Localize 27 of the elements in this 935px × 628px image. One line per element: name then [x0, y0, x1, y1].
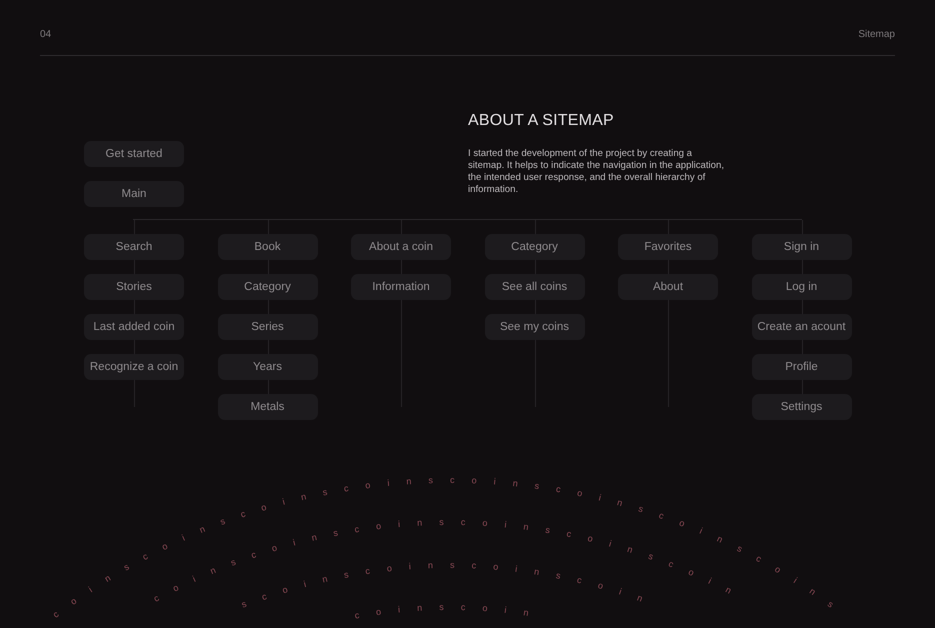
sitemap-node: Search — [84, 234, 184, 260]
sitemap-node: Last added coin — [84, 314, 184, 340]
sitemap-node: Favorites — [618, 234, 718, 260]
sitemap-node: About a coin — [351, 234, 451, 260]
sitemap-node: Years — [218, 354, 318, 380]
section-title: Sitemap — [858, 29, 895, 40]
sitemap-node: Book — [218, 234, 318, 260]
sitemap-node: Settings — [752, 394, 852, 420]
sitemap-node: About — [618, 274, 718, 300]
sitemap-node: Main — [84, 181, 184, 207]
sitemap-node: See my coins — [484, 314, 584, 340]
sitemap-node: Log in — [752, 274, 852, 300]
sitemap-node: Metals — [218, 394, 318, 420]
sitemap-node: Get started — [84, 141, 184, 167]
sitemap-node: Series — [218, 314, 318, 340]
sitemap-node: Stories — [84, 274, 184, 300]
page-number: 04 — [40, 29, 52, 40]
about-text: I started the development of the project by creating a sitemap. It helps to indicate the navigation in the application, the intended user response, and the overall hierarchy of information. — [468, 148, 725, 196]
sitemap-node: Information — [351, 274, 451, 300]
sitemap-node: Profile — [752, 354, 852, 380]
sitemap-node: Create an acount — [752, 314, 852, 340]
sitemap-node: Category — [218, 274, 318, 300]
sitemap-node: Sign in — [752, 234, 852, 260]
about-title: ABOUT A SITEMAP — [468, 112, 615, 130]
sitemap-node: See all coins — [484, 274, 584, 300]
sitemap-node: Recognize a coin — [84, 354, 184, 380]
sitemap-node: Category — [484, 234, 584, 260]
